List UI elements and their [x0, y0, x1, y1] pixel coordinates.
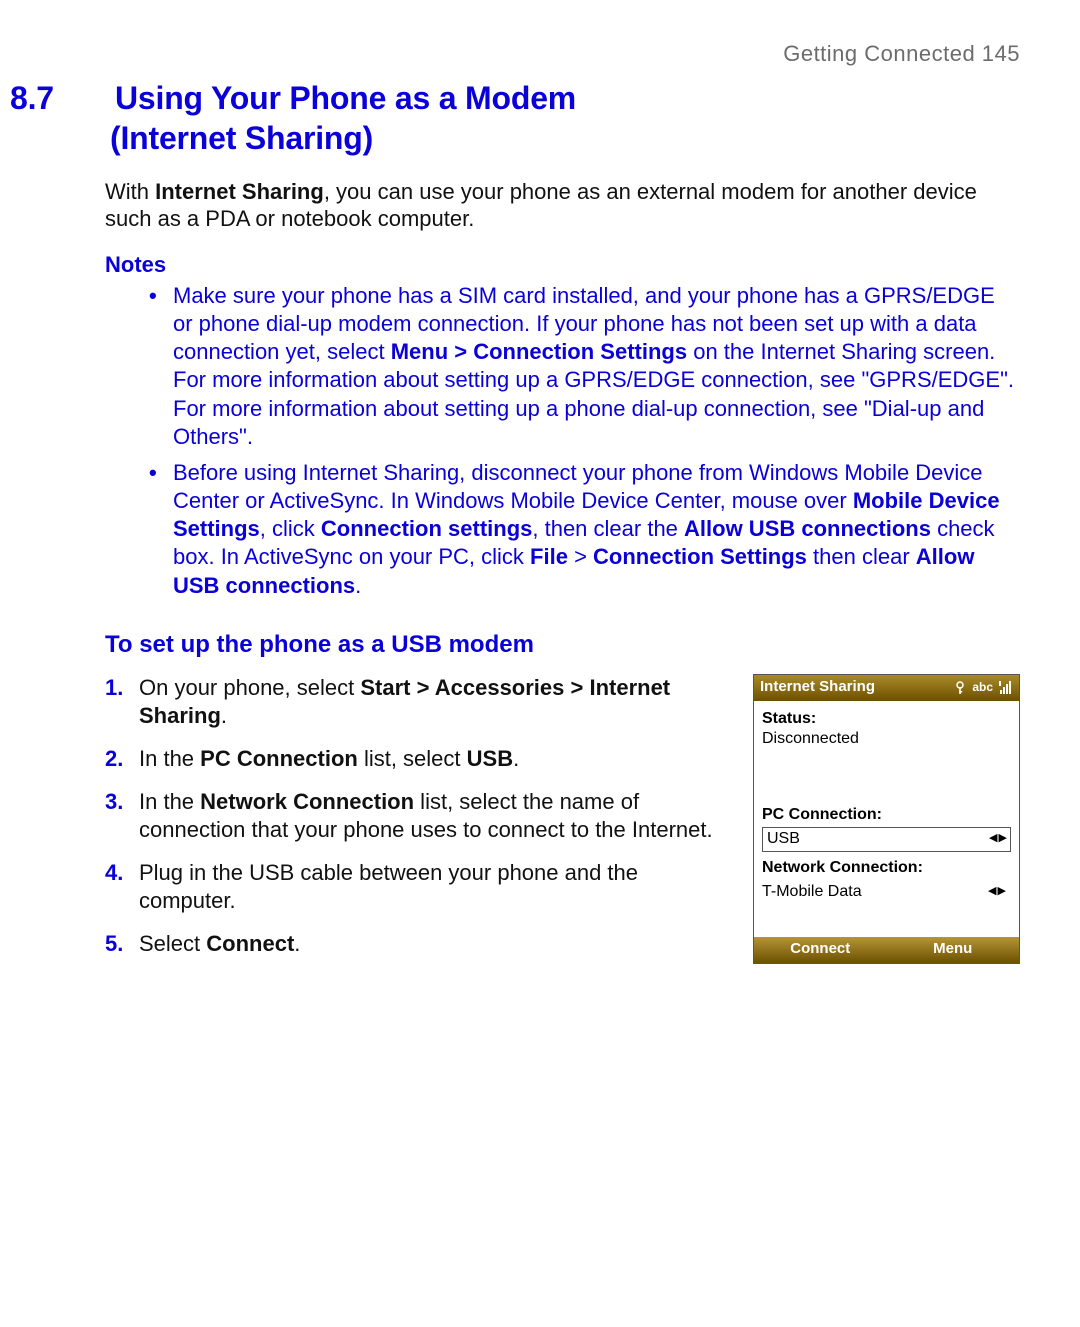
text-bold: Connection settings [321, 516, 532, 541]
text-bold: Connect [206, 931, 294, 956]
text: In the [139, 746, 200, 771]
text: , click [260, 516, 321, 541]
text-bold: Connection Settings [593, 544, 807, 569]
key-icon [954, 681, 966, 695]
text-bold: PC Connection [200, 746, 358, 771]
text-bold: File [530, 544, 568, 569]
step-item: On your phone, select Start > Accessorie… [105, 674, 729, 731]
step-item: Plug in the USB cable between your phone… [105, 859, 729, 916]
note-item: Before using Internet Sharing, disconnec… [145, 459, 1020, 600]
text: > [568, 544, 593, 569]
network-connection-picker[interactable]: T-Mobile Data ◀ ▶ [762, 880, 1011, 904]
text: . [294, 931, 300, 956]
step-item: Select Connect. [105, 930, 729, 959]
text-bold: Network Connection [200, 789, 414, 814]
sub-heading: To set up the phone as a USB modem [105, 630, 1020, 660]
network-connection-label: Network Connection: [762, 858, 1011, 878]
running-header: Getting Connected 145 [60, 40, 1020, 68]
section-title-line-2: (Internet Sharing) [110, 120, 373, 156]
notes-list: Make sure your phone has a SIM card inst… [145, 282, 1020, 600]
softkey-connect[interactable]: Connect [754, 940, 887, 959]
phone-screenshot: Internet Sharing abc Status: Disconnecte… [753, 674, 1020, 964]
text: Plug in the USB cable between your phone… [139, 860, 638, 914]
section-number: 8.7 [60, 78, 115, 118]
status-value: Disconnected [762, 729, 1011, 749]
section-heading: 8.7Using Your Phone as a Modem (Internet… [60, 78, 1020, 158]
step-item: In the Network Connection list, select t… [105, 788, 729, 845]
note-item: Make sure your phone has a SIM card inst… [145, 282, 1020, 451]
pc-connection-picker[interactable]: USB ◀ ▶ [762, 827, 1011, 852]
two-column-layout: On your phone, select Start > Accessorie… [105, 674, 1020, 973]
text: With [105, 179, 155, 204]
notes-heading: Notes [105, 251, 1020, 279]
text: . [355, 573, 361, 598]
text: . [513, 746, 519, 771]
phone-titlebar: Internet Sharing abc [754, 675, 1019, 701]
document-page: Getting Connected 145 8.7Using Your Phon… [0, 0, 1080, 1032]
text-bold: Internet Sharing [155, 179, 324, 204]
text: In the [139, 789, 200, 814]
phone-body: Status: Disconnected PC Connection: USB … [754, 701, 1019, 937]
intro-paragraph: With Internet Sharing, you can use your … [105, 178, 1020, 233]
text-bold: Menu > Connection Settings [391, 339, 687, 364]
steps-list: On your phone, select Start > Accessorie… [105, 674, 729, 959]
text: list, select [358, 746, 467, 771]
pc-connection-value: USB [767, 829, 800, 849]
left-right-arrows-icon: ◀ ▶ [988, 885, 1005, 899]
status-label: Status: [762, 709, 1011, 729]
text: , then clear the [532, 516, 684, 541]
text: . [221, 703, 227, 728]
signal-icon [999, 681, 1013, 695]
softkey-menu[interactable]: Menu [887, 940, 1020, 959]
steps-column: On your phone, select Start > Accessorie… [105, 674, 753, 973]
text-bold: USB [467, 746, 513, 771]
phone-softkey-bar: Connect Menu [754, 937, 1019, 963]
text: Select [139, 931, 206, 956]
step-item: In the PC Connection list, select USB. [105, 745, 729, 774]
text: On your phone, select [139, 675, 360, 700]
phone-title: Internet Sharing [760, 678, 875, 697]
text: then clear [807, 544, 916, 569]
network-connection-value: T-Mobile Data [762, 882, 862, 902]
input-mode-indicator: abc [972, 680, 993, 695]
pc-connection-label: PC Connection: [762, 805, 1011, 825]
section-title-line-1: Using Your Phone as a Modem [115, 80, 576, 116]
text-bold: Allow USB connections [684, 516, 931, 541]
left-right-arrows-icon: ◀ ▶ [989, 832, 1006, 846]
phone-titlebar-icons: abc [954, 680, 1013, 695]
